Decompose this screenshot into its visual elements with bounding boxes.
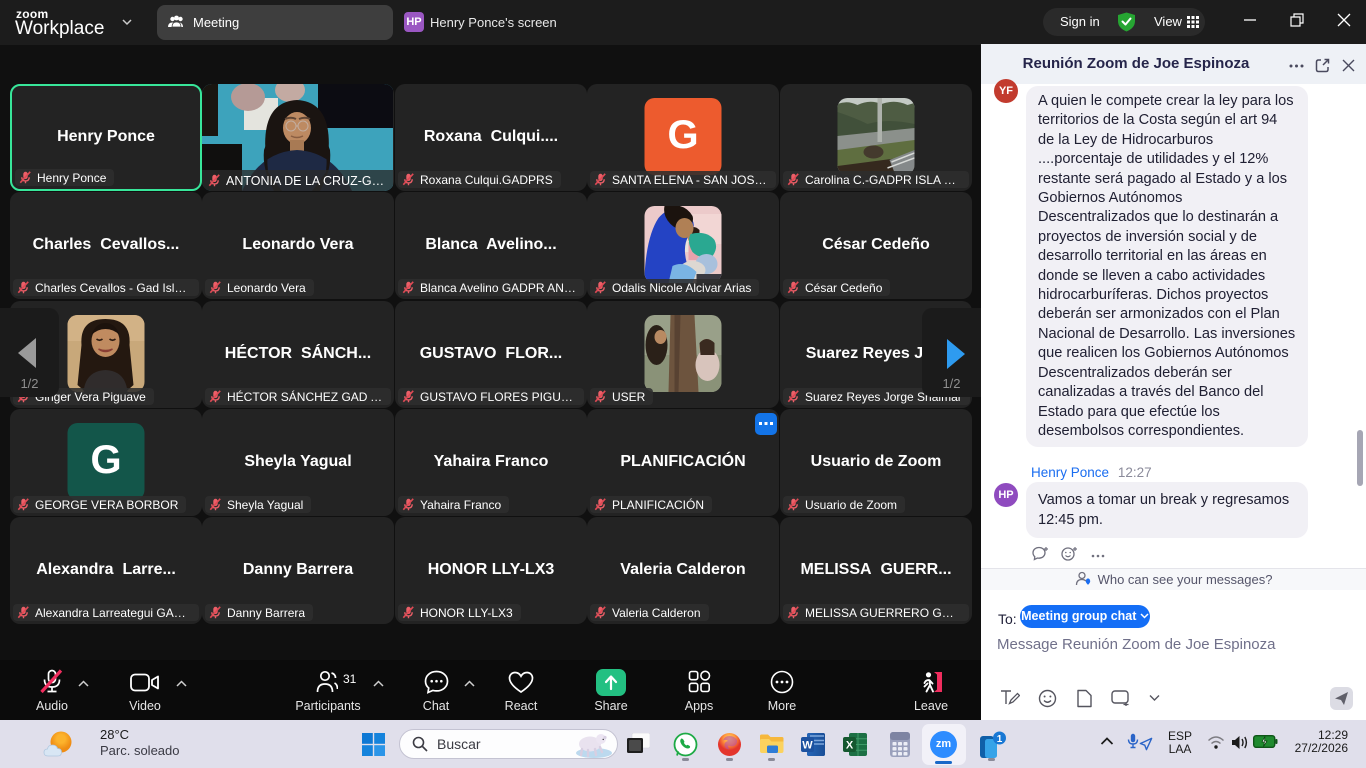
svg-text:W: W [802,740,813,752]
svg-text:X: X [846,740,854,752]
svg-text:1: 1 [997,734,1003,745]
